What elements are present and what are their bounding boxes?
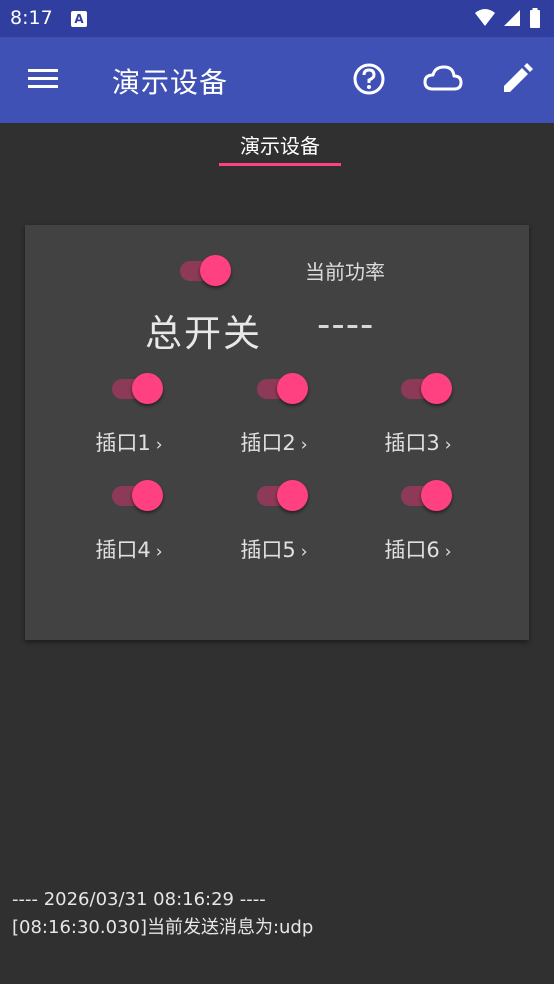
outlet-5-label[interactable]: 插口5 ›: [199, 534, 349, 564]
menu-icon[interactable]: [25, 61, 61, 97]
chevron-right-icon: ›: [300, 542, 308, 562]
help-icon[interactable]: [351, 61, 387, 97]
chevron-right-icon: ›: [444, 435, 452, 455]
edit-icon[interactable]: [499, 61, 535, 97]
switch-thumb: [421, 480, 452, 511]
outlet-3-label[interactable]: 插口3 ›: [343, 427, 493, 457]
app-bar: 演示设备: [0, 37, 554, 123]
master-switch[interactable]: [180, 250, 236, 290]
outlet-2-name: 插口2: [240, 431, 296, 455]
log-line: [08:16:30.030]当前发送消息为:udp: [12, 917, 314, 938]
outlet-4-label[interactable]: 插口4 ›: [54, 534, 204, 564]
master-switch-label: 总开关: [145, 312, 262, 355]
battery-icon: [530, 10, 540, 28]
outlet-5-switch[interactable]: [257, 475, 313, 515]
outlet-4-name: 插口4: [95, 538, 151, 562]
outlet-1-label[interactable]: 插口1 ›: [54, 427, 204, 457]
log-output: ---- 2026/03/31 08:16:29 ---- [08:16:30.…: [12, 886, 313, 942]
tab-indicator: [219, 163, 341, 166]
outlet-1-name: 插口1: [95, 431, 151, 455]
outlet-3-switch[interactable]: [401, 368, 457, 408]
signal-icon: [504, 10, 520, 26]
tab-demo-device[interactable]: 演示设备: [219, 123, 341, 167]
switch-thumb: [277, 373, 308, 404]
outlet-5-name: 插口5: [240, 538, 296, 562]
chevron-right-icon: ›: [155, 435, 163, 455]
status-bar: 8:17 A: [0, 0, 554, 37]
notification-a-icon: A: [71, 11, 87, 27]
switch-thumb: [132, 373, 163, 404]
outlet-2-switch[interactable]: [257, 368, 313, 408]
outlet-3-name: 插口3: [384, 431, 440, 455]
switch-thumb: [421, 373, 452, 404]
switch-thumb: [277, 480, 308, 511]
outlet-6-switch[interactable]: [401, 475, 457, 515]
status-time: 8:17: [10, 7, 53, 29]
chevron-right-icon: ›: [444, 542, 452, 562]
chevron-right-icon: ›: [300, 435, 308, 455]
wifi-icon: [475, 9, 495, 26]
chevron-right-icon: ›: [155, 542, 163, 562]
cloud-icon[interactable]: [423, 61, 463, 97]
switch-thumb: [132, 480, 163, 511]
status-icons: [474, 8, 544, 34]
power-label: 当前功率: [305, 260, 385, 284]
outlet-2-label[interactable]: 插口2 ›: [199, 427, 349, 457]
device-card: 当前功率 总开关 ---- 插口1 › 插口2 › 插口3 › 插口4 › 插口5 ›: [25, 225, 529, 640]
app-title: 演示设备: [112, 66, 229, 99]
switch-thumb: [200, 255, 231, 286]
outlet-1-switch[interactable]: [112, 368, 168, 408]
power-value: ----: [317, 303, 375, 346]
tab-strip: 演示设备: [0, 123, 554, 171]
outlet-6-label[interactable]: 插口6 ›: [343, 534, 493, 564]
outlet-4-switch[interactable]: [112, 475, 168, 515]
outlet-6-name: 插口6: [384, 538, 440, 562]
log-line: ---- 2026/03/31 08:16:29 ----: [12, 889, 266, 910]
